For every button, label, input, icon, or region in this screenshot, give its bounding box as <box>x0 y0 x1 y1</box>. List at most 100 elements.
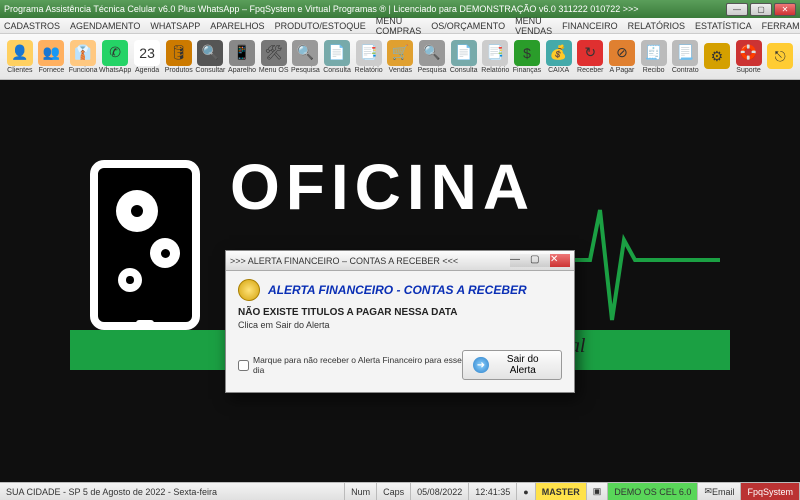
Pesquisa-icon: 🔍 <box>292 40 318 66</box>
window-controls: — ▢ ✕ <box>726 3 796 16</box>
dialog-header: ALERTA FINANCEIRO - CONTAS A RECEBER <box>238 279 562 301</box>
toolbar-btn-receber[interactable]: ↻Receber <box>574 36 606 78</box>
tool-icon: ⎋ <box>767 43 793 69</box>
toolbar-btn-relatório[interactable]: 📑Relatório <box>353 36 385 78</box>
toolbar-btn-consulta[interactable]: 📄Consulta <box>321 36 353 78</box>
CAIXA-icon: 💰 <box>546 40 572 66</box>
toolbar-label: Pesquisa <box>418 67 447 74</box>
toolbar-btn-icon24[interactable]: ⎋ <box>764 36 796 78</box>
suppress-alert-input[interactable] <box>238 360 249 371</box>
arrow-right-icon: ➜ <box>473 357 488 373</box>
coin-icon <box>238 279 260 301</box>
toolbar-btn-fornece[interactable]: 👥Fornece <box>36 36 68 78</box>
toolbar-label: Relatório <box>481 67 509 74</box>
menu-os-orcamento[interactable]: OS/ORÇAMENTO <box>431 21 505 31</box>
status-fpqsystem[interactable]: FpqSystem <box>741 483 800 500</box>
status-caps: Caps <box>377 483 411 500</box>
dialog-minimize-button[interactable]: — <box>510 254 530 267</box>
toolbar-btn-clientes[interactable]: 👤Clientes <box>4 36 36 78</box>
toolbar-label: Recibo <box>643 67 665 74</box>
toolbar-btn-finanças[interactable]: $Finanças <box>511 36 543 78</box>
toolbar-btn-pesquisa[interactable]: 🔍Pesquisa <box>416 36 448 78</box>
toolbar-label: CAIXA <box>548 67 569 74</box>
exit-alert-label: Sair do Alerta <box>495 354 551 376</box>
toolbar-label: WhatsApp <box>99 67 131 74</box>
toolbar-label: Relatório <box>355 67 383 74</box>
toolbar: 👤Clientes👥Fornece👔Funciona✆WhatsApp23Age… <box>0 34 800 80</box>
menu-vendas[interactable]: MENU VENDAS <box>515 16 552 36</box>
toolbar-label: Fornece <box>39 67 65 74</box>
toolbar-btn-caixa[interactable]: 💰CAIXA <box>543 36 575 78</box>
Consultar-icon: 🔍 <box>197 40 223 66</box>
status-demo: DEMO OS CEL 6.0 <box>608 483 698 500</box>
toolbar-btn-consultar[interactable]: 🔍Consultar <box>195 36 227 78</box>
alert-dialog: >>> ALERTA FINANCEIRO – CONTAS A RECEBER… <box>225 250 575 393</box>
toolbar-btn-produtos[interactable]: 🛢Produtos <box>163 36 195 78</box>
menubar: CADASTROS AGENDAMENTO WHATSAPP APARELHOS… <box>0 18 800 34</box>
dialog-header-text: ALERTA FINANCEIRO - CONTAS A RECEBER <box>268 283 527 297</box>
toolbar-btn-contrato[interactable]: 📃Contrato <box>669 36 701 78</box>
Relatório-icon: 📑 <box>482 40 508 66</box>
dialog-body: ALERTA FINANCEIRO - CONTAS A RECEBER NÃO… <box>226 271 574 392</box>
tool-icon: ⚙ <box>704 43 730 69</box>
minimize-button[interactable]: — <box>726 3 748 16</box>
menu-cadastros[interactable]: CADASTROS <box>4 21 60 31</box>
toolbar-label: Aparelho <box>228 67 256 74</box>
window-title: Programa Assistência Técnica Celular v6.… <box>4 4 726 14</box>
status-db-icon: ▣ <box>587 483 609 500</box>
status-email[interactable]: ✉ Email <box>698 483 741 500</box>
Receber-icon: ↻ <box>577 40 603 66</box>
Produtos-icon: 🛢 <box>166 40 192 66</box>
toolbar-btn-suporte[interactable]: 🛟Suporte <box>733 36 765 78</box>
toolbar-btn-a pagar[interactable]: ⊘A Pagar <box>606 36 638 78</box>
toolbar-btn-vendas[interactable]: 🛒Vendas <box>385 36 417 78</box>
toolbar-label: Consulta <box>323 67 351 74</box>
menu-ferramentas[interactable]: FERRAMENTAS <box>762 21 800 31</box>
toolbar-btn-recibo[interactable]: 🧾Recibo <box>638 36 670 78</box>
toolbar-btn-funciona[interactable]: 👔Funciona <box>67 36 99 78</box>
toolbar-label: Consultar <box>195 67 225 74</box>
status-time: 12:41:35 <box>469 483 517 500</box>
suppress-alert-label: Marque para não receber o Alerta Finance… <box>253 355 462 375</box>
toolbar-label: Clientes <box>7 67 32 74</box>
menu-financeiro[interactable]: FINANCEIRO <box>562 21 618 31</box>
toolbar-btn-menu os[interactable]: 🛠Menu OS <box>258 36 290 78</box>
Recibo-icon: 🧾 <box>641 40 667 66</box>
statusbar: SUA CIDADE - SP 5 de Agosto de 2022 - Se… <box>0 482 800 500</box>
close-button[interactable]: ✕ <box>774 3 796 16</box>
dialog-message-main: NÃO EXISTE TITULOS A PAGAR NESSA DATA <box>238 307 562 318</box>
exit-alert-button[interactable]: ➜ Sair do Alerta <box>462 350 562 380</box>
toolbar-btn-consulta[interactable]: 📄Consulta <box>448 36 480 78</box>
menu-produto-estoque[interactable]: PRODUTO/ESTOQUE <box>275 21 366 31</box>
toolbar-label: Consulta <box>450 67 478 74</box>
toolbar-label: Pesquisa <box>291 67 320 74</box>
status-date: 05/08/2022 <box>411 483 469 500</box>
dialog-close-button[interactable]: ✕ <box>550 254 570 267</box>
toolbar-btn-relatório[interactable]: 📑Relatório <box>479 36 511 78</box>
menu-compras[interactable]: MENU COMPRAS <box>376 16 422 36</box>
maximize-button[interactable]: ▢ <box>750 3 772 16</box>
Suporte-icon: 🛟 <box>736 40 762 66</box>
toolbar-label: A Pagar <box>609 67 634 74</box>
Pesquisa-icon: 🔍 <box>419 40 445 66</box>
toolbar-label: Agenda <box>135 67 159 74</box>
toolbar-btn-pesquisa[interactable]: 🔍Pesquisa <box>290 36 322 78</box>
menu-relatorios[interactable]: RELATÓRIOS <box>628 21 685 31</box>
toolbar-label: Produtos <box>165 67 193 74</box>
menu-agendamento[interactable]: AGENDAMENTO <box>70 21 140 31</box>
Contrato-icon: 📃 <box>672 40 698 66</box>
toolbar-btn-icon22[interactable]: ⚙ <box>701 36 733 78</box>
menu-estatistica[interactable]: ESTATÍSTICA <box>695 21 752 31</box>
toolbar-label: Suporte <box>736 67 761 74</box>
menu-aparelhos[interactable]: APARELHOS <box>210 21 264 31</box>
dialog-maximize-button[interactable]: ▢ <box>530 254 550 267</box>
suppress-alert-checkbox[interactable]: Marque para não receber o Alerta Finance… <box>238 355 462 375</box>
status-indicator-icon: ● <box>517 483 535 500</box>
menu-whatsapp[interactable]: WHATSAPP <box>150 21 200 31</box>
Finanças-icon: $ <box>514 40 540 66</box>
toolbar-btn-aparelho[interactable]: 📱Aparelho <box>226 36 258 78</box>
toolbar-btn-agenda[interactable]: 23Agenda <box>131 36 163 78</box>
toolbar-btn-whatsapp[interactable]: ✆WhatsApp <box>99 36 131 78</box>
Consulta-icon: 📄 <box>451 40 477 66</box>
Aparelho-icon: 📱 <box>229 40 255 66</box>
